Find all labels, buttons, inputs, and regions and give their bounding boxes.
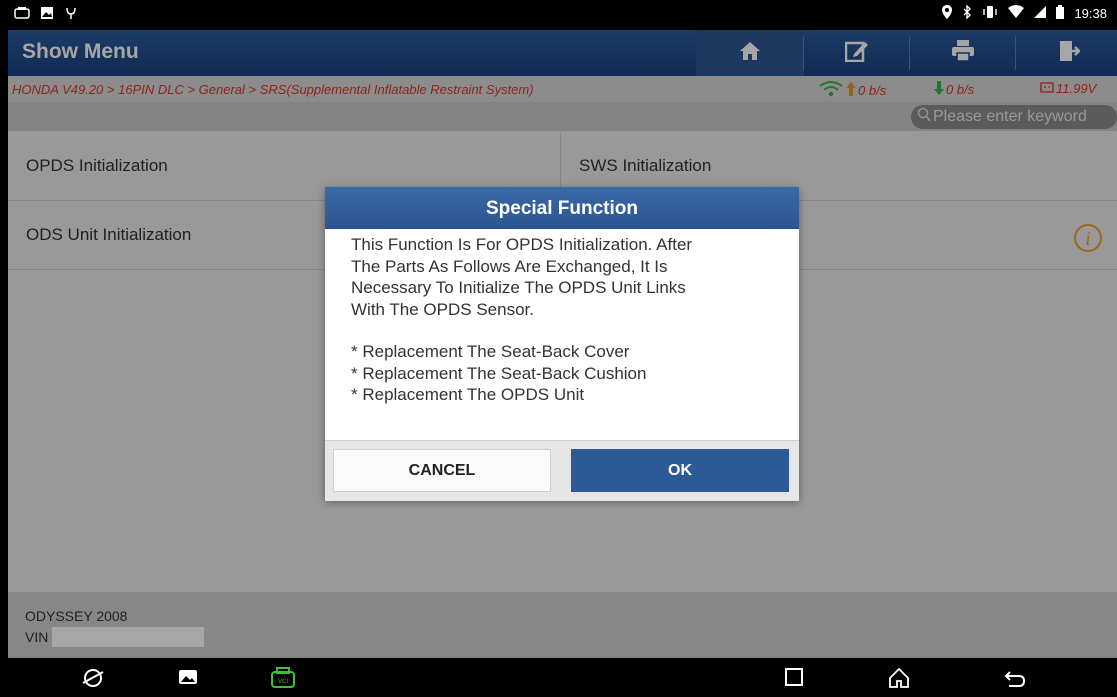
status-bar: 19:38 xyxy=(8,0,1117,30)
dialog-bullet: * Replacement The Seat-Back Cover xyxy=(351,342,630,361)
app-screen: 19:38 Show Menu HONDA V49.20 > 16PIN DLC… xyxy=(8,0,1117,697)
battery-icon xyxy=(1056,5,1065,22)
dialog-line: This Function Is For OPDS Initialization… xyxy=(351,235,693,254)
vibrate-icon xyxy=(982,5,998,22)
dialog-line: The Parts As Follows Are Exchanged, It I… xyxy=(351,256,668,276)
dialog-buttons: CANCEL OK xyxy=(325,440,799,501)
ok-button[interactable]: OK xyxy=(571,449,789,492)
dialog-message: This Function Is For OPDS Initialization… xyxy=(325,229,799,427)
gallery-icon[interactable] xyxy=(178,667,198,692)
home-nav-icon[interactable] xyxy=(888,667,910,694)
signal-icon xyxy=(1034,5,1047,22)
location-icon xyxy=(942,5,953,22)
dialog-bullet: * Replacement The OPDS Unit xyxy=(351,385,585,404)
dialog-line: With The OPDS Sensor. xyxy=(351,299,534,319)
special-function-dialog: Special Function This Function Is For OP… xyxy=(325,187,799,501)
vci-app-icon[interactable]: VCI xyxy=(270,667,296,694)
browser-icon[interactable] xyxy=(82,667,104,694)
back-icon[interactable] xyxy=(1004,667,1026,694)
dialog-line: Necessary To Initialize The OPDS Unit Li… xyxy=(351,278,686,297)
usb-debug-icon xyxy=(64,6,78,25)
bluetooth-icon xyxy=(962,4,972,22)
svg-text:VCI: VCI xyxy=(278,679,288,685)
recent-apps-icon[interactable] xyxy=(784,667,804,692)
image-icon xyxy=(40,6,54,25)
navigation-bar: VCI xyxy=(8,658,1117,697)
clock-time: 19:38 xyxy=(1074,6,1107,21)
cancel-button[interactable]: CANCEL xyxy=(333,449,551,492)
wifi-icon xyxy=(1008,5,1025,22)
dialog-bullet: * Replacement The Seat-Back Cushion xyxy=(351,363,647,383)
dialog-title: Special Function xyxy=(325,187,799,229)
vci-icon xyxy=(14,6,30,25)
